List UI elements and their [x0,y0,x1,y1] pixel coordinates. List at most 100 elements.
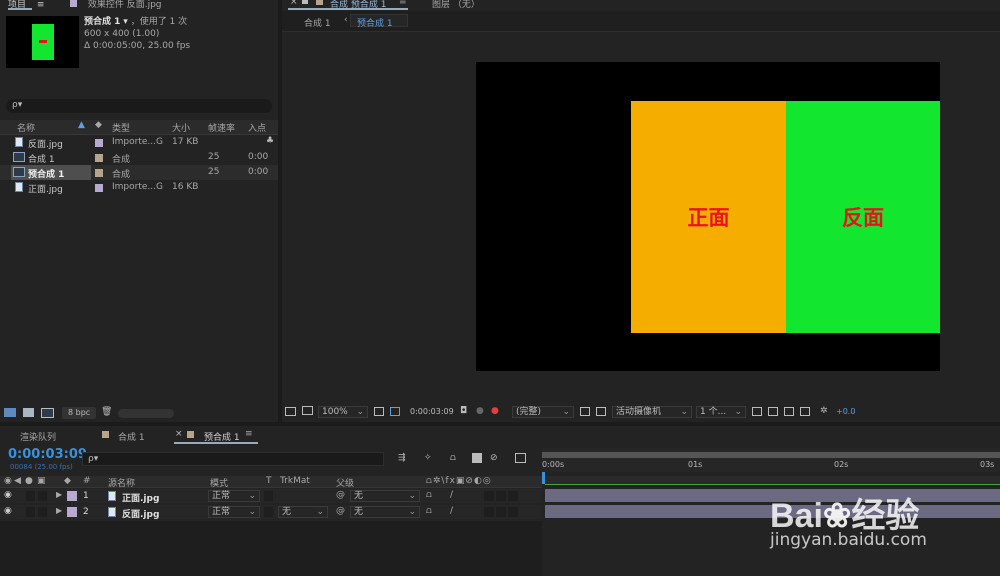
camera-snapshot-icon[interactable]: ◘ [460,406,467,416]
reset-exposure-icon[interactable]: ✲ [820,406,828,416]
sort-arrow-icon[interactable]: ▲ [78,120,85,130]
project-item[interactable]: 正面.jpg Importe...G 16 KB [0,180,278,195]
col-type[interactable]: 类型 [112,121,130,134]
switch-box[interactable] [26,491,35,501]
graph-editor-icon[interactable] [515,453,526,463]
zoom-dropdown[interactable]: 100% ⌄ [318,406,368,418]
quality-switch-icon[interactable]: / [450,490,453,500]
transparency-grid-icon[interactable] [596,407,606,416]
shy-switch-icon[interactable]: ⩍ [426,506,432,516]
col-fps[interactable]: 帧速率 [208,121,235,134]
scrollbar[interactable] [118,409,174,418]
parent-dropdown[interactable]: 无 ⌄ [350,490,420,502]
breadcrumb-current[interactable]: 预合成 1 [350,14,408,29]
chevron-down-icon[interactable]: ▾ [123,17,128,27]
panel-menu-icon[interactable]: ≡ [245,429,253,439]
trkmat-dropdown[interactable]: 无 ⌄ [278,506,328,518]
motion-blur-icon[interactable]: ⊘ [490,453,498,463]
panel-menu-icon[interactable]: ≡ [399,0,407,7]
interpret-footage-icon[interactable] [4,408,16,417]
panel-menu-icon[interactable]: ≡ [37,0,45,10]
frame-blending-icon[interactable] [472,453,482,463]
breadcrumb-comp1[interactable]: 合成 1 [304,16,331,29]
comp1-tab[interactable]: 合成 1 [118,430,145,443]
exposure-value[interactable]: +0.0 [836,407,855,416]
col-parent[interactable]: 父级 [336,476,354,489]
time-ruler[interactable]: 0:00s 01s 02s 03s [542,448,1000,472]
label-color-swatch[interactable] [95,139,103,147]
work-area-bar[interactable] [542,452,1000,458]
close-icon[interactable]: × [175,429,183,439]
monitor-icon[interactable] [302,406,313,415]
effects-tab[interactable]: 效果控件 反面.jpg [70,0,162,10]
safe-margins-icon[interactable] [374,407,384,416]
parent-dropdown[interactable]: 无 ⌄ [350,506,420,518]
switch-box[interactable] [508,507,518,517]
switches-icons[interactable]: ⩍✲\fx▣⊘◐◎ [426,476,492,486]
viewer-timecode[interactable]: 0:00:03:09 [410,407,454,416]
label-tag-icon[interactable]: ◆ [64,476,71,486]
trash-icon[interactable]: 🗑 [101,407,112,417]
col-source-name[interactable]: 源名称 [108,476,135,489]
lock-switch-icon[interactable]: ▣ [37,476,46,486]
layer-row[interactable]: ◉ ▶ 1 正面.jpg 正常 ⌄ @ 无 ⌄ ⩍ / [0,489,542,504]
back-layer[interactable]: 反面 [786,101,940,333]
mask-visibility-icon[interactable] [390,407,400,416]
render-queue-tab[interactable]: 渲染队列 [20,430,56,443]
switch-box[interactable] [496,491,506,501]
parent-pickwhip-icon[interactable]: @ [336,506,345,516]
fast-preview-icon[interactable] [768,407,778,416]
new-folder-icon[interactable] [23,408,34,417]
eye-icon[interactable]: ◉ [4,490,12,500]
label-tag-icon[interactable]: ◆ [95,120,102,130]
show-snapshot-icon[interactable]: ● [476,406,484,416]
switch-box[interactable] [38,491,47,501]
col-name[interactable]: 名称 [17,121,35,134]
parent-pickwhip-icon[interactable]: @ [336,490,345,500]
col-size[interactable]: 大小 [172,121,190,134]
label-color-swatch[interactable] [95,184,103,192]
project-search-input[interactable]: ρ▾ [6,99,272,113]
color-channels-icon[interactable]: ● [491,406,499,416]
label-color-swatch[interactable] [67,491,77,501]
video-switch-icon[interactable]: ◉ [4,476,12,486]
toggle-pixel-aspect-icon[interactable] [752,407,762,416]
col-in[interactable]: 入点 [248,121,266,134]
timeline-timecode[interactable]: 0:00:03:09 [8,447,87,462]
col-trkmat[interactable]: TrkMat [280,476,310,486]
shy-switch-icon[interactable]: ⩍ [426,490,432,500]
close-icon[interactable]: × [290,0,298,7]
preserve-transparency-box[interactable] [264,491,273,501]
new-composition-icon[interactable] [41,408,54,418]
lock-icon[interactable] [302,0,308,4]
camera-dropdown[interactable]: 活动摄像机 ⌄ [612,406,692,418]
eye-icon[interactable]: ◉ [4,506,12,516]
project-item-selected[interactable]: 预合成 1 合成 25 0:00 [0,165,278,180]
quality-switch-icon[interactable]: / [450,506,453,516]
project-item[interactable]: 反面.jpg Importe...G 17 KB [0,135,278,150]
draft-3d-icon[interactable]: ✧ [424,453,432,463]
mode-dropdown[interactable]: 正常 ⌄ [208,490,260,502]
expand-arrow-icon[interactable]: ▶ [56,506,62,515]
bpc-button[interactable]: 8 bpc [62,407,97,419]
audio-switch-icon[interactable]: ◀ [14,476,21,486]
layer-row[interactable]: ◉ ▶ 2 反面.jpg 正常 ⌄ 无 ⌄ @ 无 ⌄ ⩍ / [0,505,542,520]
flowchart-icon[interactable] [800,407,810,416]
col-mode[interactable]: 模式 [210,476,228,489]
label-color-swatch[interactable] [67,507,77,517]
switch-box[interactable] [484,491,494,501]
composition-canvas[interactable]: 正面 反面 [476,62,940,371]
hide-shy-layers-icon[interactable]: ⩍ [450,453,456,463]
mode-dropdown[interactable]: 正常 ⌄ [208,506,260,518]
front-layer[interactable]: 正面 [631,101,786,333]
label-color-swatch[interactable] [95,169,103,177]
label-color-swatch[interactable] [95,154,103,162]
always-preview-icon[interactable] [285,407,296,416]
preserve-transparency-box[interactable] [264,507,273,517]
region-of-interest-icon[interactable] [580,407,590,416]
switch-box[interactable] [484,507,494,517]
switch-box[interactable] [496,507,506,517]
switch-box[interactable] [26,507,35,517]
layer-name[interactable]: 反面.jpg [122,507,159,520]
switch-box[interactable] [38,507,47,517]
